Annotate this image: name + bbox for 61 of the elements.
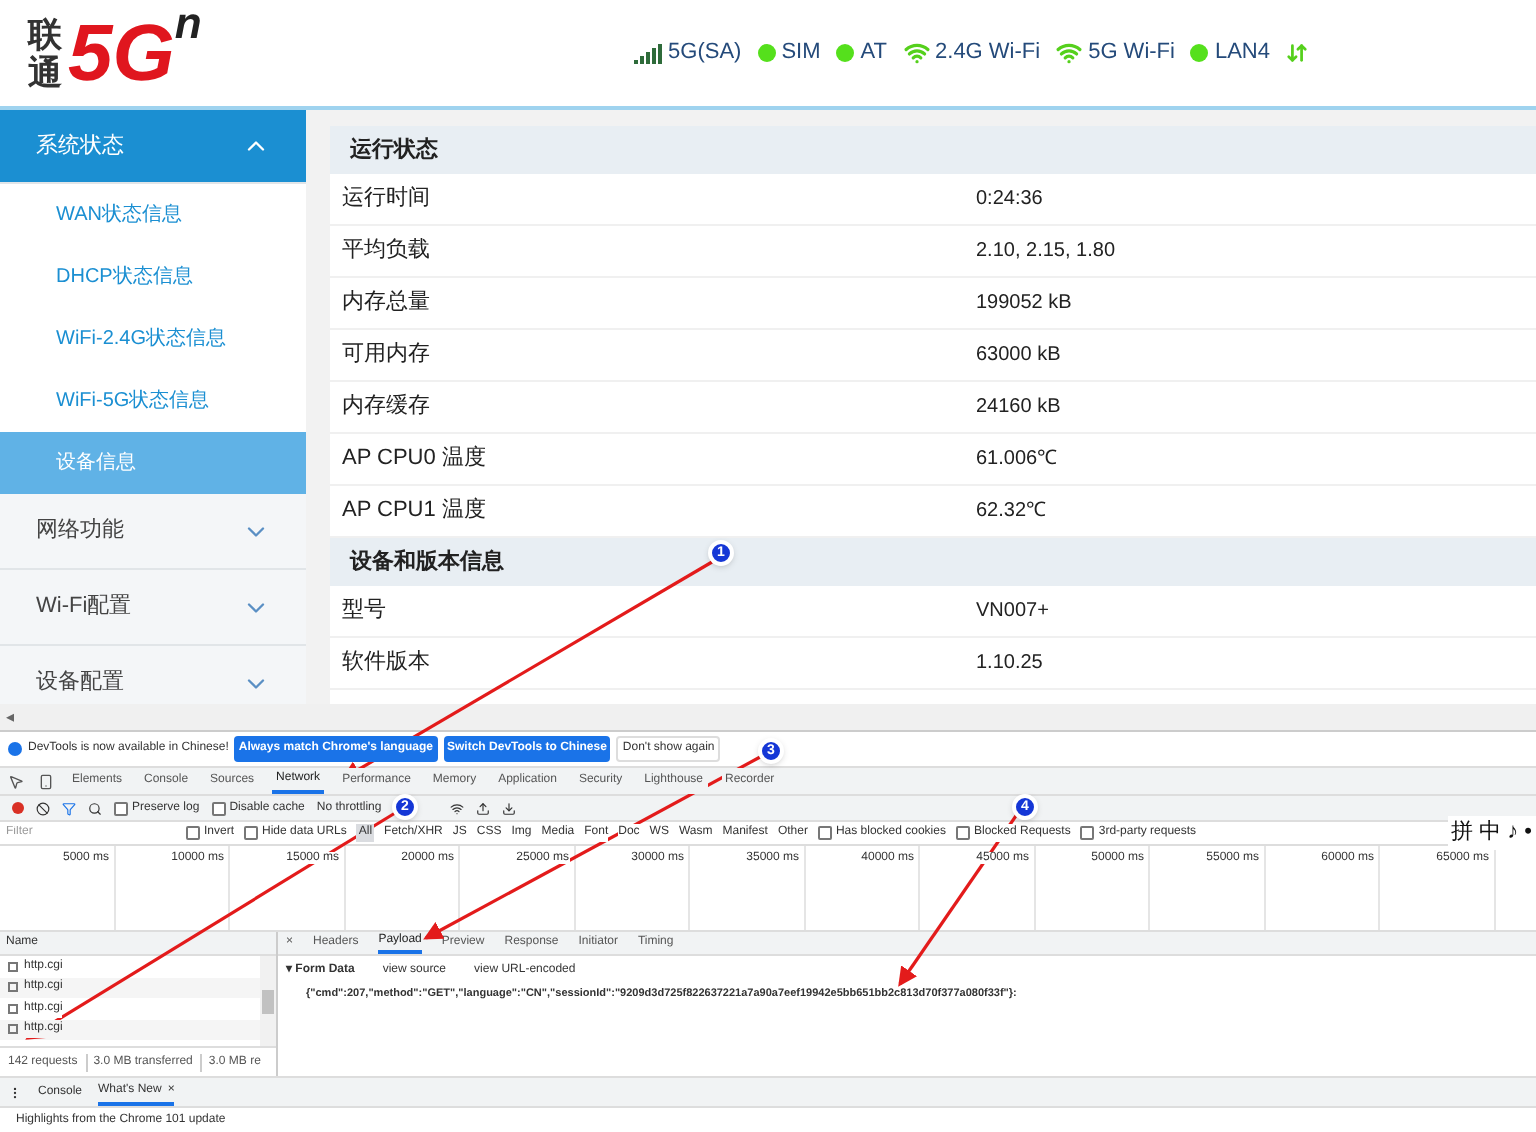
row-value: 199052 kB <box>976 290 1072 318</box>
menu-item[interactable]: WiFi-2.4G状态信息 <box>0 308 306 370</box>
more-icon[interactable] <box>8 1085 22 1099</box>
status-label: 5G Wi-Fi <box>1088 38 1175 69</box>
row-value: 0:24:36 <box>976 186 1043 214</box>
checkbox[interactable] <box>817 826 832 840</box>
row-value: 24160 kB <box>976 394 1061 422</box>
row-value: 62.32℃ <box>976 498 1047 526</box>
transfer-icon <box>1286 42 1308 64</box>
menu-group[interactable]: 系统状态 <box>0 110 306 184</box>
filter-icon[interactable] <box>62 801 76 815</box>
checkbox[interactable] <box>186 826 200 840</box>
row-label: 可用内存 <box>342 340 432 371</box>
status-label: LAN4 <box>1214 38 1270 69</box>
checkbox[interactable] <box>211 801 226 815</box>
upload-icon[interactable] <box>475 801 490 815</box>
row-value: 2.10, 2.15, 1.80 <box>976 238 1116 266</box>
checkbox[interactable] <box>1080 826 1095 840</box>
logo-superscript: n <box>174 1 202 45</box>
ime-glyph[interactable]: 拼 <box>1451 816 1474 849</box>
row-value: VN007+ <box>976 598 1049 626</box>
row-label: 运行时间 <box>342 184 432 215</box>
scroll-arrow[interactable]: ◂ <box>6 709 14 725</box>
row-value: 1.10.25 <box>976 650 1043 678</box>
menu-item[interactable]: DHCP状态信息 <box>0 246 306 308</box>
device-icon[interactable] <box>38 773 54 789</box>
inspect-icon[interactable] <box>8 773 24 789</box>
ime-glyph[interactable]: ♪ <box>1507 816 1519 849</box>
wifi-icon <box>1056 40 1083 66</box>
record-button[interactable] <box>12 802 24 814</box>
row-value: 61.006℃ <box>976 446 1058 474</box>
status-label: AT <box>860 38 888 69</box>
status-label: 2.4G Wi-Fi <box>935 38 1041 69</box>
status-label: SIM <box>781 38 821 69</box>
section-header: 运行状态 <box>330 126 1536 174</box>
row-value: 63000 kB <box>976 342 1061 370</box>
logo-text: 联通 <box>28 15 64 91</box>
clear-icon[interactable] <box>36 801 50 815</box>
status-label: 5G(SA) <box>668 38 742 69</box>
menu-item[interactable]: WiFi-5G状态信息 <box>0 370 306 432</box>
checkbox[interactable] <box>955 826 970 840</box>
search-icon[interactable] <box>88 801 102 815</box>
menu-item[interactable]: WAN状态信息 <box>0 184 306 246</box>
row-label: 型号 <box>342 596 388 627</box>
row-label: 软件版本 <box>342 648 432 679</box>
checkbox[interactable] <box>244 826 259 840</box>
row-label: 平均负载 <box>342 236 432 267</box>
wifi-icon <box>903 40 930 66</box>
checkbox[interactable] <box>114 801 128 815</box>
network-conditions-icon[interactable] <box>449 801 464 815</box>
info-icon <box>8 742 22 756</box>
row-label: AP CPU0 温度 <box>342 443 488 475</box>
download-icon[interactable] <box>501 801 516 815</box>
logo-mark: 5G <box>68 13 175 93</box>
row-label: AP CPU1 温度 <box>342 495 488 527</box>
row-label: 内存总量 <box>342 288 432 319</box>
row-label: 内存缓存 <box>342 392 432 423</box>
scrollbar[interactable] <box>260 956 276 1046</box>
ime-glyph[interactable]: • <box>1524 816 1532 849</box>
signal-icon <box>634 43 663 63</box>
ime-glyph[interactable]: 中 <box>1479 816 1502 849</box>
